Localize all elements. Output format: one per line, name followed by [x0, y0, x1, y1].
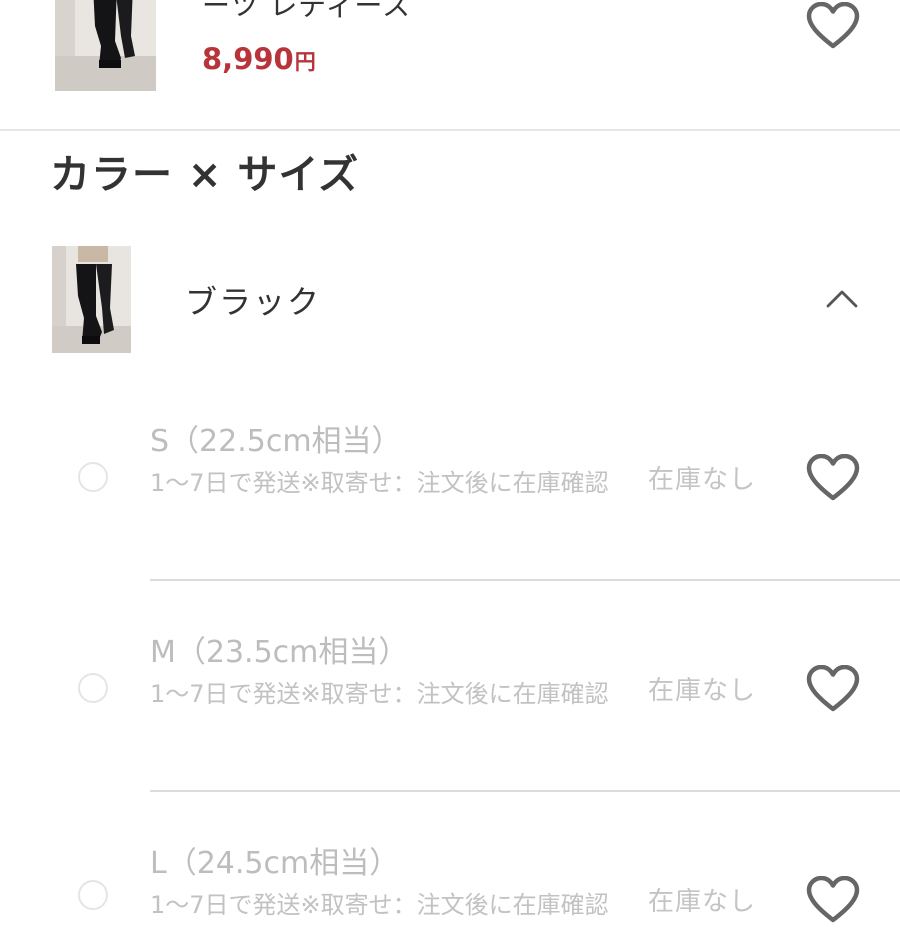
chevron-up-icon[interactable]	[820, 282, 864, 312]
product-thumbnail[interactable]	[55, 0, 156, 91]
size-radio-l[interactable]	[78, 880, 108, 910]
stock-status-s: 在庫なし	[648, 465, 757, 495]
shipping-note-l: 1〜7日で発送※取寄せ：注文後に在庫確認	[150, 891, 609, 919]
color-thumbnail	[52, 246, 131, 353]
favorite-heart-icon[interactable]	[806, 664, 860, 713]
shipping-note-s: 1〜7日で発送※取寄せ：注文後に在庫確認	[150, 469, 609, 497]
size-radio-s[interactable]	[78, 462, 108, 492]
product-name: ーツ レディース	[202, 0, 411, 22]
favorite-heart-icon[interactable]	[806, 875, 860, 924]
stock-status-m: 在庫なし	[648, 676, 757, 706]
price-value: 8,990	[202, 42, 294, 76]
product-price: 8,990円	[202, 42, 316, 76]
shipping-note-m: 1〜7日で発送※取寄せ：注文後に在庫確認	[150, 680, 609, 708]
size-label-s: S（22.5cm相当）	[150, 424, 402, 459]
section-title: カラー × サイズ	[50, 152, 360, 198]
favorite-heart-icon[interactable]	[806, 1, 860, 50]
favorite-heart-icon[interactable]	[806, 453, 860, 502]
size-row-m[interactable]: M（23.5cm相当） 1〜7日で発送※取寄せ：注文後に在庫確認 在庫なし	[0, 581, 900, 793]
size-row-s[interactable]: S（22.5cm相当） 1〜7日で発送※取寄せ：注文後に在庫確認 在庫なし	[0, 370, 900, 582]
size-row-l[interactable]: L（24.5cm相当） 1〜7日で発送※取寄せ：注文後に在庫確認 在庫なし	[0, 792, 900, 923]
size-label-l: L（24.5cm相当）	[150, 846, 400, 881]
size-radio-m[interactable]	[78, 673, 108, 703]
header-divider	[0, 129, 900, 131]
size-label-m: M（23.5cm相当）	[150, 635, 409, 670]
price-unit: 円	[294, 50, 316, 74]
color-name: ブラック	[185, 283, 322, 321]
